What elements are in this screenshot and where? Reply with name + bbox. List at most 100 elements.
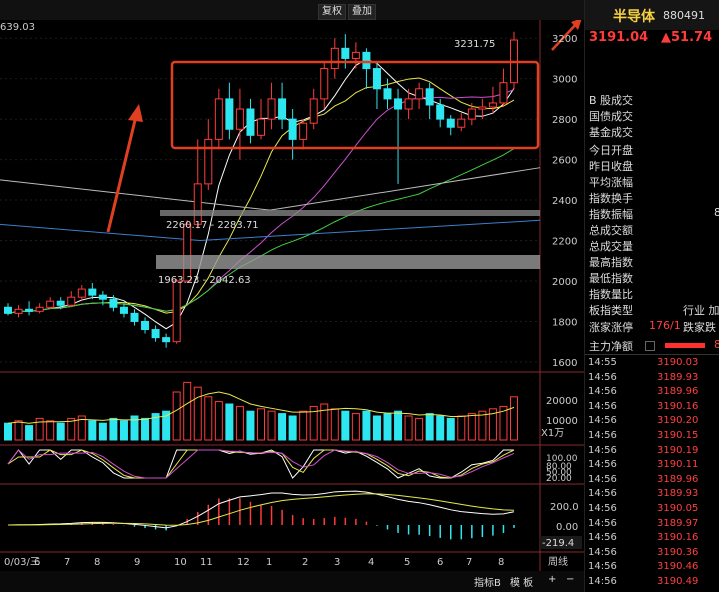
candle-body [141, 320, 150, 331]
x-tick-label: 5 [404, 557, 410, 568]
candle-body [77, 288, 86, 298]
x-tick-label: 7 [466, 557, 472, 568]
band-2260-label: 2260.17 - 2283.71 [166, 220, 259, 231]
candle-body [204, 138, 213, 185]
tick-price: 3190.19 [657, 444, 699, 456]
volume-bar [235, 405, 244, 441]
candle-body [4, 306, 12, 314]
index-price: 3191.04 [589, 30, 649, 45]
candle-body [151, 329, 160, 339]
candle-body [467, 108, 476, 120]
candle-body [499, 82, 508, 104]
volume-bar [278, 413, 287, 441]
volume-bar [372, 415, 381, 441]
candle-body [257, 118, 265, 136]
x-tick-label: 4 [368, 557, 374, 568]
candle-body [67, 296, 76, 306]
industry-label: 板指类型 [589, 304, 633, 317]
candle-body [309, 98, 318, 124]
index-change: ▲51.74 [661, 30, 713, 45]
top-toolbar: 复权 叠加 [0, 0, 584, 20]
y-tick-label: 2000 [552, 277, 577, 288]
candle-body [235, 108, 244, 130]
macd-tick-label: 200.0 [550, 502, 579, 513]
x-tick-label: 2 [302, 557, 308, 568]
candle-body [88, 288, 97, 296]
candle-body [330, 47, 339, 70]
quote-field-label: 平均涨幅 [589, 176, 633, 189]
volume-tick-label: 20000 [546, 396, 578, 407]
candle-body [488, 102, 497, 108]
tick-price: 3190.36 [657, 546, 699, 558]
tick-time: 14:56 [588, 400, 617, 412]
x-tick-label: 1 [266, 557, 272, 568]
quote-field-label: 最低指数 [589, 272, 633, 285]
quote-field-label: 国债成交 [589, 110, 633, 123]
volume-tick-label: 10000 [546, 416, 578, 427]
quote-field-label: 基金成交 [589, 126, 633, 139]
x-tick-label: 8 [498, 557, 504, 568]
indicator-button[interactable]: 指标B [474, 574, 501, 589]
kline-chart[interactable]: 2260.17 - 2283.71 1963.23 - 2042.63 3231… [0, 0, 584, 592]
quote-panel: 半导体 880491 3191.04 ▲51.74 B 股成交 国债成交 基金成交今… [584, 0, 719, 592]
candle-body [130, 312, 139, 322]
candle-body [351, 51, 360, 59]
limit-value: 176/1 [649, 319, 681, 332]
volume-bar [214, 401, 223, 441]
candle-body [478, 106, 487, 110]
overlay-button[interactable]: 叠加 [348, 4, 376, 20]
candle-body [446, 118, 455, 128]
tick-price: 3190.05 [657, 503, 699, 514]
candle-body [225, 98, 234, 130]
tick-price: 3190.16 [657, 400, 699, 412]
tick-price: 3190.49 [657, 576, 699, 587]
volume-bar [446, 417, 455, 441]
quote-header: 半导体 880491 [585, 0, 719, 30]
quote-field-label: 指数量比 [589, 288, 633, 301]
quote-field-label: 昨日收盘 [589, 160, 633, 173]
adjust-button[interactable]: 复权 [318, 4, 346, 20]
tick-time: 14:56 [588, 371, 617, 383]
candle-body [457, 118, 466, 128]
volume-bar [341, 410, 350, 441]
volume-unit-label: X1万 [541, 428, 564, 439]
x-tick-label: 6 [437, 557, 443, 568]
volume-bar [193, 386, 202, 441]
tick-time: 14:56 [588, 517, 617, 529]
x-tick-label: 10 [174, 557, 187, 568]
tick-price: 3189.96 [657, 473, 699, 485]
template-button[interactable]: 模 板 [510, 574, 533, 589]
volume-bar [288, 415, 297, 441]
candle-body [383, 88, 392, 100]
tick-price: 3190.16 [657, 532, 699, 544]
band-1963-label: 1963.23 - 2042.63 [158, 275, 251, 286]
quote-field-label: 今日开盘 [589, 144, 633, 157]
plus-button[interactable]: + [548, 574, 556, 585]
volume-bar [246, 410, 255, 441]
tick-price: 3189.96 [657, 386, 699, 398]
candle-body [193, 183, 202, 225]
volume-bar [330, 408, 339, 441]
minus-button[interactable]: − [566, 574, 574, 585]
tick-price: 3190.11 [657, 459, 699, 471]
volume-bar [25, 425, 34, 441]
candle-body [394, 98, 403, 110]
candle-body [299, 122, 308, 140]
tick-price: 3190.20 [657, 415, 699, 427]
tick-time: 14:56 [588, 473, 617, 485]
candle-body [425, 88, 434, 106]
tick-time: 14:56 [588, 561, 617, 573]
candle-body [183, 223, 192, 282]
x-tick-label: 7 [64, 557, 70, 568]
x-tick-label: 8 [94, 557, 100, 568]
capital-toggle-icon[interactable] [645, 341, 655, 351]
volume-bar [14, 420, 23, 441]
tick-time: 14:56 [588, 503, 617, 514]
tick-time: 14:56 [588, 386, 617, 398]
volume-bar [436, 415, 445, 441]
volume-bar [362, 410, 371, 441]
index-code: 880491 [663, 9, 705, 22]
volume-bar [383, 413, 392, 441]
candle-body [372, 68, 381, 90]
volume-bar [141, 417, 150, 441]
